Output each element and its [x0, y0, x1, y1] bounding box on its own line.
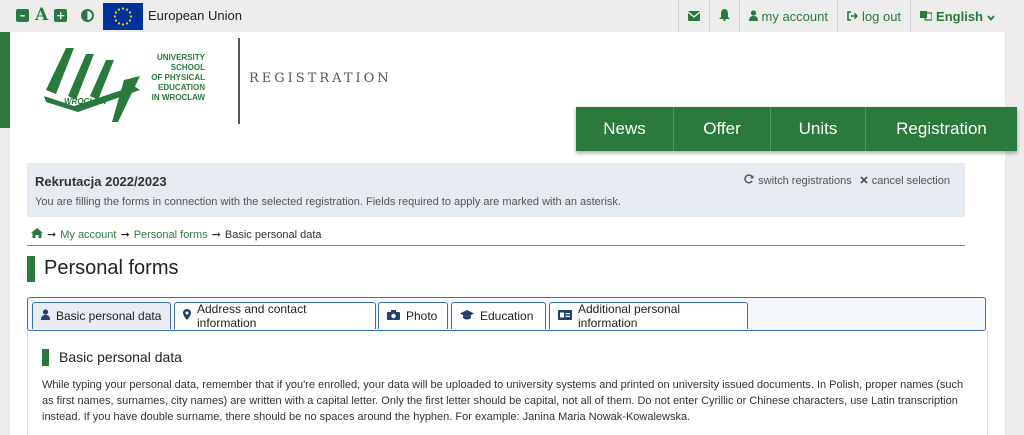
graduation-cap-icon [460, 309, 474, 323]
header-divider [238, 38, 240, 124]
cancel-selection-label: cancel selection [871, 174, 950, 187]
log-out-link[interactable]: log out [837, 0, 910, 32]
bell-icon [718, 8, 730, 24]
breadcrumb-separator: ➞ [47, 229, 57, 241]
top-bar-actions: my account log out English [677, 0, 1004, 32]
language-icon [920, 9, 933, 24]
user-icon [748, 9, 758, 24]
page-title: Personal forms [44, 257, 179, 279]
tab-education[interactable]: Education [451, 302, 546, 329]
registration-description: You are filling the forms in connection … [35, 196, 621, 208]
increase-font-icon[interactable]: + [54, 9, 68, 22]
language-selector[interactable]: English [910, 0, 1004, 32]
home-icon[interactable] [31, 228, 43, 241]
map-marker-icon [183, 309, 191, 323]
breadcrumb: ➞ My account ➞ Personal forms ➞ Basic pe… [31, 228, 322, 241]
tab-basic-personal-data[interactable]: Basic personal data [32, 302, 171, 329]
notifications-button[interactable] [708, 0, 739, 32]
breadcrumb-personal-forms[interactable]: Personal forms [134, 229, 208, 241]
top-bar: – A + European Union my account log out … [0, 0, 1024, 32]
eu-flag-icon [103, 3, 143, 30]
tabs-bar: Basic personal data Address and contact … [27, 297, 986, 331]
nav-item-units[interactable]: Units [771, 107, 866, 151]
tab-photo[interactable]: Photo [378, 302, 448, 329]
contrast-icon[interactable] [81, 9, 95, 22]
font-size-icon[interactable]: A [35, 7, 48, 24]
messages-button[interactable] [677, 0, 709, 32]
section-title: REGISTRATION [249, 71, 392, 86]
sign-out-icon [847, 9, 859, 24]
tab-additional-info[interactable]: Additional personal information [549, 302, 748, 330]
chevron-down-icon [987, 9, 995, 24]
tab-label: Basic personal data [56, 309, 162, 323]
log-out-label: log out [862, 8, 902, 24]
logo-line: EDUCATION [158, 83, 205, 92]
section-instructions: While typing your personal data, remembe… [42, 379, 964, 423]
tab-address-contact[interactable]: Address and contact information [174, 302, 376, 330]
breadcrumb-separator: ➞ [120, 229, 130, 241]
tab-label: Address and contact information [197, 302, 307, 330]
section-title: Basic personal data [59, 349, 182, 365]
logo-line: OF PHYSICAL [151, 73, 205, 82]
id-card-icon [558, 309, 572, 323]
registration-actions: switch registrations cancel selection [744, 174, 950, 187]
logo-line: SCHOOL [170, 63, 205, 72]
language-label: English [936, 8, 983, 24]
my-account-label: my account [761, 8, 828, 24]
logo-line: IN WROCLAW [151, 93, 205, 102]
logo-city: WROCLAW [64, 97, 108, 106]
close-icon [860, 175, 868, 187]
tab-label: Additional personal information [578, 302, 681, 330]
decrease-font-icon[interactable]: – [16, 9, 29, 22]
page-title-accent [27, 256, 35, 282]
my-account-link[interactable]: my account [738, 0, 837, 32]
university-logo[interactable] [44, 46, 144, 122]
logo-line: UNIVERSITY [156, 53, 205, 62]
envelope-icon [687, 9, 700, 24]
nav-item-registration[interactable]: Registration [866, 107, 1017, 151]
cancel-selection-link[interactable]: cancel selection [860, 174, 950, 187]
user-icon [41, 309, 50, 323]
registration-title: Rekrutacja 2022/2023 [35, 174, 167, 189]
refresh-icon [744, 174, 754, 187]
breadcrumb-separator: ➞ [211, 229, 221, 241]
header-accent-bar [0, 32, 10, 128]
accessibility-tools: – A + [16, 7, 95, 24]
switch-registrations-link[interactable]: switch registrations [744, 174, 852, 187]
main-nav: News Offer Units Registration [576, 107, 1017, 151]
logo-text: UNIVERSITY SCHOOL OF PHYSICAL EDUCATION … [143, 53, 205, 103]
breadcrumb-divider [27, 245, 965, 246]
nav-item-news[interactable]: News [576, 107, 674, 151]
nav-item-offer[interactable]: Offer [674, 107, 771, 151]
tab-label: Education [480, 309, 534, 323]
eu-label: European Union [148, 8, 242, 23]
section-title-accent [42, 349, 49, 366]
breadcrumb-my-account[interactable]: My account [60, 229, 116, 241]
camera-icon [387, 309, 400, 323]
breadcrumb-current: Basic personal data [224, 228, 322, 241]
tab-label: Photo [406, 309, 438, 323]
switch-registrations-label: switch registrations [758, 174, 852, 187]
registration-info: Rekrutacja 2022/2023 You are filling the… [27, 163, 965, 217]
